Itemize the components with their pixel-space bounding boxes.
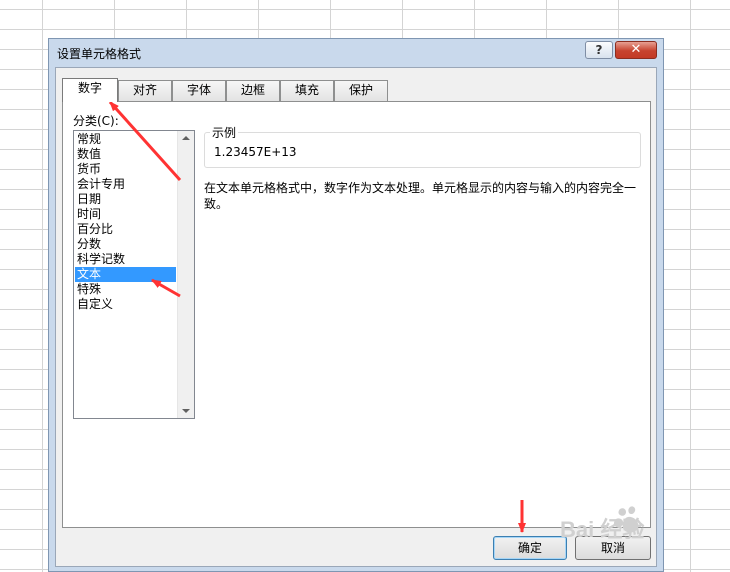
scroll-up-icon[interactable] <box>182 136 190 140</box>
number-tab-panel: 分类(C): 常规 数值 货币 会计专用 日期 时间 百分比 分数 科学记数 文… <box>62 101 651 528</box>
category-scrollbar[interactable] <box>177 131 194 418</box>
category-item-currency[interactable]: 货币 <box>75 162 176 177</box>
tab-protection[interactable]: 保护 <box>334 80 388 101</box>
category-item-general[interactable]: 常规 <box>75 132 176 147</box>
dialog-title: 设置单元格格式 <box>57 47 142 61</box>
tab-number[interactable]: 数字 <box>62 78 118 102</box>
category-item-accounting[interactable]: 会计专用 <box>75 177 176 192</box>
scroll-down-icon[interactable] <box>182 409 190 413</box>
category-item-fraction[interactable]: 分数 <box>75 237 176 252</box>
category-label: 分类(C): <box>73 114 119 128</box>
ok-button[interactable]: 确定 <box>493 536 567 560</box>
cancel-button[interactable]: 取消 <box>575 536 651 560</box>
tab-font[interactable]: 字体 <box>172 80 226 101</box>
category-item-number[interactable]: 数值 <box>75 147 176 162</box>
tab-border[interactable]: 边框 <box>226 80 280 101</box>
category-item-time[interactable]: 时间 <box>75 207 176 222</box>
tab-alignment[interactable]: 对齐 <box>118 80 172 101</box>
format-description: 在文本单元格格式中，数字作为文本处理。单元格显示的内容与输入的内容完全一致。 <box>204 181 637 211</box>
category-item-special[interactable]: 特殊 <box>75 282 176 297</box>
dialog-body: 数字 对齐 字体 边框 填充 保护 分类(C): 常规 数值 货币 会计专用 日… <box>55 67 657 567</box>
category-list: 常规 数值 货币 会计专用 日期 时间 百分比 分数 科学记数 文本 特殊 自定… <box>75 132 176 312</box>
category-item-percentage[interactable]: 百分比 <box>75 222 176 237</box>
category-item-text[interactable]: 文本 <box>75 267 176 282</box>
title-bar[interactable]: 设置单元格格式 ? ✕ <box>49 39 663 67</box>
category-item-custom[interactable]: 自定义 <box>75 297 176 312</box>
category-item-scientific[interactable]: 科学记数 <box>75 252 176 267</box>
sample-group: 示例 1.23457E+13 <box>204 124 641 168</box>
category-item-date[interactable]: 日期 <box>75 192 176 207</box>
tab-fill[interactable]: 填充 <box>280 80 334 101</box>
close-button[interactable]: ✕ <box>615 41 657 59</box>
sample-legend: 示例 <box>210 124 239 141</box>
help-button[interactable]: ? <box>585 41 613 59</box>
format-cells-dialog: 设置单元格格式 ? ✕ 数字 对齐 字体 边框 填充 保护 分类(C): 常规 … <box>48 38 664 572</box>
category-listbox[interactable]: 常规 数值 货币 会计专用 日期 时间 百分比 分数 科学记数 文本 特殊 自定… <box>73 130 195 419</box>
sample-value: 1.23457E+13 <box>214 145 297 159</box>
